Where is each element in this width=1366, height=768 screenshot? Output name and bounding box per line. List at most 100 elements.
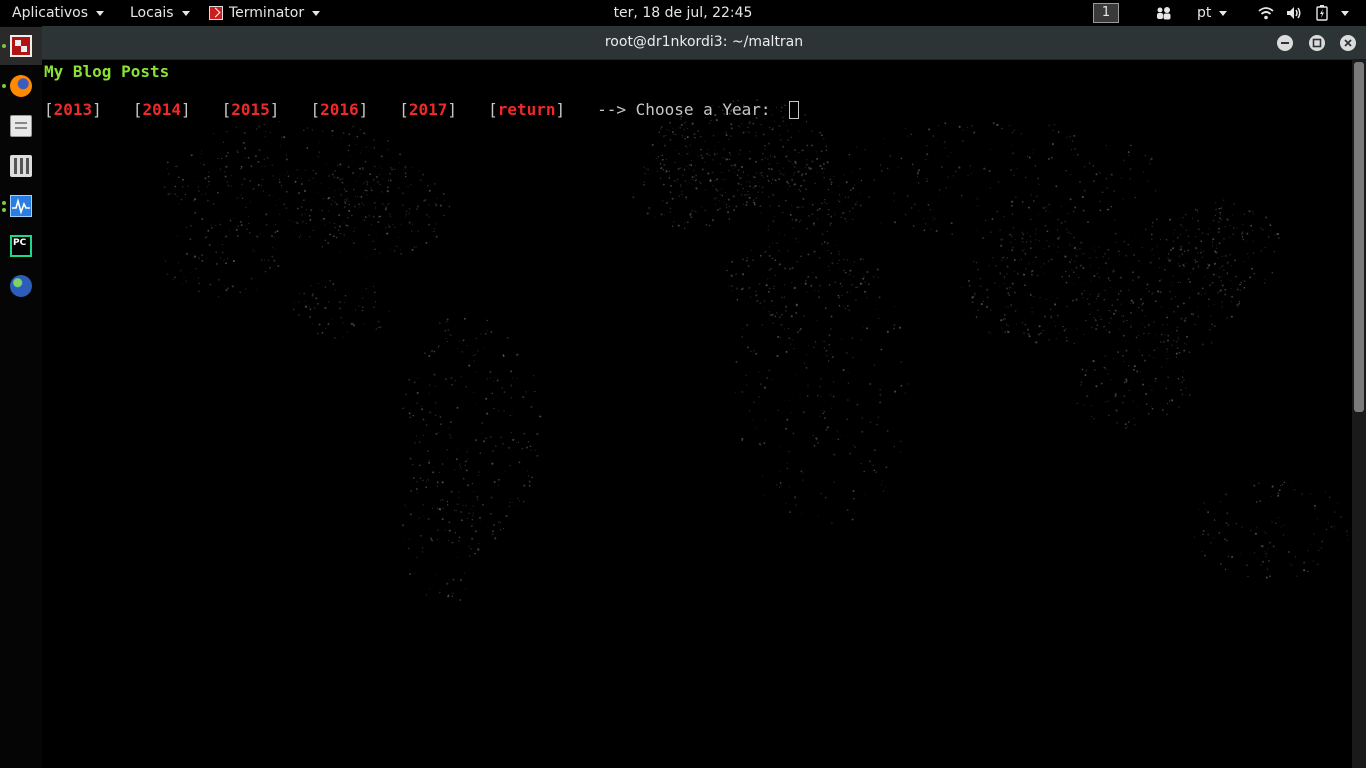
map-light-dot [1219,501,1222,503]
map-light-dot [746,180,748,183]
wifi-icon[interactable] [1258,0,1274,26]
terminal-area[interactable]: My Blog Posts [2013] [2014] [2015] [2016… [42,59,1366,768]
map-light-dot [923,218,925,220]
map-light-dot [785,305,788,308]
applications-menu[interactable]: Aplicativos [12,0,105,26]
minimize-button[interactable] [1277,35,1293,51]
map-light-dot [1145,392,1148,396]
scrollbar[interactable] [1352,59,1366,768]
people-icon[interactable] [1156,0,1172,26]
map-light-dot [348,200,350,202]
map-light-dot [1031,307,1033,309]
map-light-dot [1280,484,1282,486]
map-light-dot [1034,165,1037,167]
map-light-dot [1070,233,1072,234]
map-light-dot [1183,266,1185,268]
map-light-dot [317,302,319,305]
text-cursor[interactable] [789,100,800,119]
map-light-dot [975,261,978,264]
map-light-dot [669,121,672,124]
map-light-dot [784,309,787,312]
map-light-dot [1012,152,1015,155]
map-light-dot [1249,276,1252,279]
map-light-dot [1005,323,1008,326]
dock-item-terminator[interactable] [0,27,42,65]
map-light-dot [436,538,438,540]
map-light-dot [366,182,368,184]
map-light-dot [1246,564,1248,567]
map-light-dot [219,168,222,170]
map-light-dot [716,178,719,181]
map-light-dot [847,399,849,401]
map-light-dot [827,213,829,216]
maximize-button[interactable] [1309,35,1325,51]
map-light-dot [364,189,366,191]
window-titlebar[interactable]: root@dr1nkordi3: ~/maltran [42,26,1366,60]
dock-item-system-monitor[interactable] [0,187,42,225]
map-light-dot [1164,268,1166,271]
map-light-dot [339,163,342,166]
map-light-dot [804,282,806,285]
battery-icon[interactable] [1316,0,1328,26]
workspace-indicator[interactable]: 1 [1093,3,1119,23]
map-light-dot [378,183,380,185]
map-light-dot [1107,277,1110,279]
close-button[interactable] [1340,35,1356,51]
language-menu[interactable]: pt [1197,0,1228,26]
map-light-dot [1121,401,1125,404]
map-light-dot [1231,295,1234,298]
map-light-dot [1005,287,1008,289]
volume-icon[interactable] [1286,0,1302,26]
map-light-dot [362,204,365,207]
map-light-dot [830,407,832,409]
map-light-dot [1082,209,1085,212]
map-light-dot [343,221,345,223]
map-light-dot [1073,271,1075,273]
map-light-dot [1169,248,1173,252]
dock-item-firefox[interactable] [0,67,42,105]
dock-item-globe[interactable] [0,267,42,305]
map-light-dot [1194,324,1196,326]
map-light-dot [260,259,263,261]
system-menu[interactable] [1339,0,1349,26]
map-light-dot [663,144,666,147]
map-light-dot [306,147,309,149]
map-light-dot [841,435,843,437]
dock-item-mixer[interactable] [0,147,42,185]
map-light-dot [817,290,820,292]
map-light-dot [317,192,319,193]
map-light-dot [1037,333,1040,336]
map-light-dot [217,295,220,298]
map-light-dot [338,225,341,228]
places-menu[interactable]: Locais [130,0,190,26]
map-light-dot [441,498,444,501]
map-light-dot [796,260,799,263]
map-light-dot [264,271,266,273]
map-light-dot [277,265,280,268]
map-light-dot [748,286,751,289]
map-light-dot [1069,245,1072,247]
map-light-dot [1251,229,1253,231]
app-menu[interactable]: Terminator [209,0,321,26]
map-light-dot [351,240,353,242]
map-light-dot [347,149,349,152]
dock-item-pycharm[interactable] [0,227,42,265]
map-light-dot [1261,560,1265,563]
map-light-dot [1190,272,1192,274]
map-light-dot [1318,549,1320,552]
clock[interactable]: ter, 18 de jul, 22:45 [614,0,753,26]
map-light-dot [312,169,315,172]
map-light-dot [370,224,372,226]
dock-item-files[interactable] [0,107,42,145]
map-light-dot [403,169,404,170]
map-light-dot [801,512,803,514]
map-light-dot [176,195,178,198]
map-light-dot [1118,250,1120,253]
scrollbar-thumb[interactable] [1354,62,1364,412]
map-light-dot [1151,407,1154,410]
map-light-dot [1123,240,1126,243]
map-light-dot [346,239,348,241]
map-light-dot [271,164,273,166]
map-light-dot [1254,532,1257,535]
map-light-dot [1219,211,1221,214]
